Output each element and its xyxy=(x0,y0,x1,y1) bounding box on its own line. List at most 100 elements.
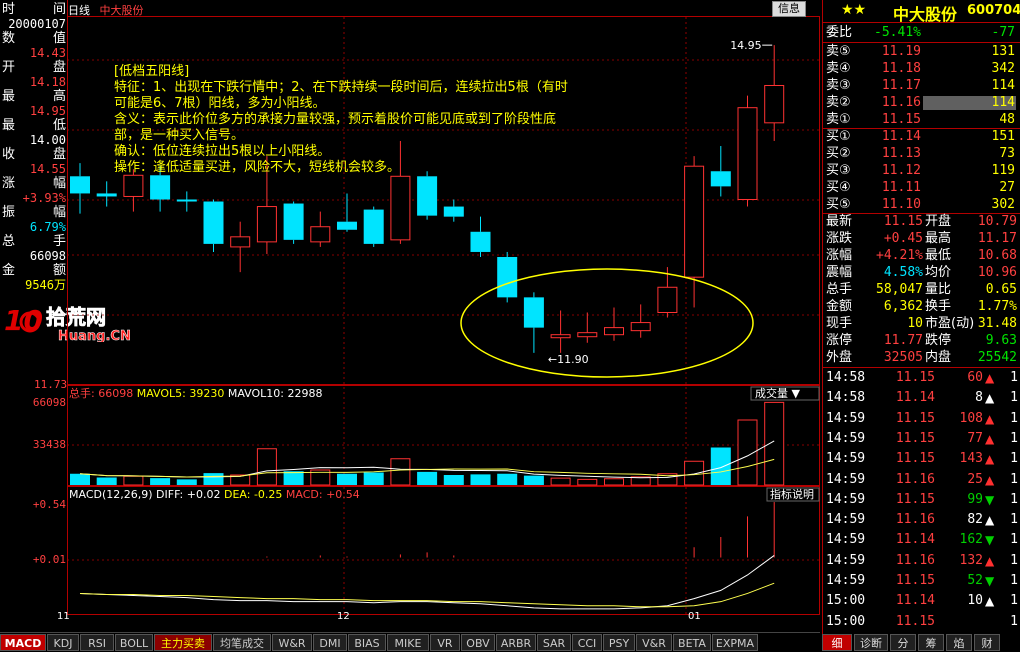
tick-time: 15:00 xyxy=(826,593,866,609)
candle[interactable] xyxy=(363,206,384,247)
annotation-line: [低档五阳线] xyxy=(114,64,190,79)
volume-bar xyxy=(523,475,544,485)
candle[interactable] xyxy=(604,307,624,341)
buy-level-row[interactable]: 买① 11.14 151 xyxy=(823,129,1020,145)
candle[interactable] xyxy=(230,221,251,273)
indicator-tab[interactable]: W&R xyxy=(272,634,312,651)
indicator-tab-label: OBV xyxy=(466,637,490,650)
sell-level-row[interactable]: 卖⑤ 11.19 131 xyxy=(823,44,1020,60)
quote-tab[interactable]: 诊断 xyxy=(854,634,888,651)
tick-count: 1 xyxy=(1010,512,1018,528)
candle[interactable] xyxy=(310,211,331,247)
indicator-tab[interactable]: V&R xyxy=(636,634,672,651)
quote-stock-code: 600704 xyxy=(967,3,1020,18)
quote-stat-value: 10.79 xyxy=(977,214,1017,229)
tick-time: 14:59 xyxy=(826,532,866,548)
candle[interactable] xyxy=(684,156,705,308)
quote-stat-value: +0.45 xyxy=(883,231,923,246)
candle[interactable] xyxy=(764,45,785,141)
indicator-tab[interactable]: ARBR xyxy=(496,634,536,651)
sell-level-row[interactable]: 卖① 11.15 48 xyxy=(823,112,1020,128)
indicator-tab[interactable]: SAR xyxy=(537,634,571,651)
annotation-line: 含义：表示此价位多方的承接力量较强，预示着股价可能见底或到了阶段性底 xyxy=(114,112,557,127)
indicator-tab[interactable]: 均笔成交 xyxy=(213,634,271,651)
volume-title-button[interactable]: 成交量 ▼ xyxy=(750,386,820,401)
indicator-tab-label: EXPMA xyxy=(715,637,755,650)
orderbook-price: 11.19 xyxy=(881,44,921,59)
indicator-tab[interactable]: RSI xyxy=(80,634,114,651)
tick-price: 11.16 xyxy=(895,512,935,528)
quote-tab[interactable]: 细 xyxy=(822,634,852,651)
indicator-tab[interactable]: KDJ xyxy=(47,634,79,651)
left-info-value: +3.93% xyxy=(22,191,66,205)
candle[interactable] xyxy=(497,251,518,303)
candle[interactable] xyxy=(443,199,464,222)
buy-level-row[interactable]: 买④ 11.11 27 xyxy=(823,180,1020,196)
volume-bar xyxy=(363,472,384,485)
indicator-tab-label: VR xyxy=(437,637,453,650)
indicator-tab[interactable]: DMI xyxy=(313,634,347,651)
indicator-tab[interactable]: EXPMA xyxy=(712,634,758,651)
indicator-tab[interactable]: BOLL xyxy=(115,634,153,651)
tick-count: 1 xyxy=(1010,430,1018,446)
volume-bar xyxy=(684,460,705,486)
quote-tab[interactable]: 财 xyxy=(974,634,1000,651)
candle[interactable] xyxy=(283,201,304,244)
quote-stat-label: 金额 xyxy=(826,299,853,314)
sell-level-row[interactable]: 卖② 11.16 114 xyxy=(823,95,1020,111)
candle[interactable] xyxy=(523,292,544,353)
indicator-tab-label: V&R xyxy=(642,637,666,650)
candle[interactable] xyxy=(577,312,598,343)
buy-level-row[interactable]: 买⑤ 11.10 302 xyxy=(823,197,1020,213)
indicator-tab[interactable]: MIKE xyxy=(387,634,429,651)
candle[interactable] xyxy=(470,216,491,258)
separator xyxy=(823,367,1020,368)
period-label[interactable]: 日线 xyxy=(68,4,90,17)
orderbook-price: 11.14 xyxy=(881,129,921,144)
orderbook-volume: 151 xyxy=(991,129,1015,144)
indicator-tab-label: RSI xyxy=(88,637,106,650)
indicator-tab[interactable]: CCI xyxy=(572,634,602,651)
tick-price: 11.15 xyxy=(895,491,935,507)
candle[interactable] xyxy=(70,163,90,214)
indicator-tab[interactable]: 主力买卖 xyxy=(154,634,212,651)
candle[interactable] xyxy=(203,199,224,252)
buy-level-row[interactable]: 买③ 11.12 119 xyxy=(823,163,1020,179)
indicator-tab[interactable]: OBV xyxy=(461,634,495,651)
indicator-tab-label: BOLL xyxy=(119,637,149,650)
quote-stat-row: 涨跌 +0.45 最高 11.17 xyxy=(823,231,1020,247)
indicator-tab[interactable]: BETA xyxy=(673,634,711,651)
favorite-stars-icon[interactable]: ★★ xyxy=(841,2,866,18)
quote-stat-value: 0.65 xyxy=(985,282,1017,297)
left-info-value-row: 14.95 xyxy=(2,103,66,119)
annotation-line: 可能是6、7根）阳线，多为小阳线。 xyxy=(114,96,326,111)
tick-volume: 82 xyxy=(967,512,983,528)
sell-level-row[interactable]: 卖④ 11.18 342 xyxy=(823,61,1020,77)
tick-price: 11.15 xyxy=(895,573,935,588)
info-button[interactable]: 信息 xyxy=(772,1,806,17)
candle[interactable] xyxy=(630,304,651,338)
sell-level-row[interactable]: 卖③ 11.17 114 xyxy=(823,78,1020,94)
candle-body xyxy=(497,257,518,298)
candle[interactable] xyxy=(737,95,758,207)
quote-tab[interactable]: 筹 xyxy=(918,634,944,651)
quote-stat-label: 外盘 xyxy=(826,350,853,365)
indicator-tab[interactable]: PSY xyxy=(603,634,635,651)
candle[interactable] xyxy=(417,171,438,220)
indicator-tab[interactable]: VR xyxy=(430,634,460,651)
quote-tab[interactable]: 焰 xyxy=(946,634,972,651)
tick-row: 14:59 11.15 143 ▲ 1 xyxy=(823,451,1020,467)
candle[interactable] xyxy=(176,191,197,212)
candle[interactable] xyxy=(710,146,731,197)
indicator-tab[interactable]: BIAS xyxy=(348,634,386,651)
tick-time: 14:59 xyxy=(826,430,866,446)
buy-level-row[interactable]: 买② 11.13 73 xyxy=(823,146,1020,162)
quote-tab-label: 筹 xyxy=(925,637,937,650)
orderbook-price: 11.15 xyxy=(881,112,921,127)
candle[interactable] xyxy=(96,181,117,207)
quote-tab[interactable]: 分 xyxy=(890,634,916,651)
indicator-tab[interactable]: MACD xyxy=(0,634,46,651)
indicator-help-button[interactable]: 指标说明 xyxy=(766,487,820,502)
candle[interactable] xyxy=(337,193,357,232)
candle[interactable] xyxy=(550,310,571,353)
